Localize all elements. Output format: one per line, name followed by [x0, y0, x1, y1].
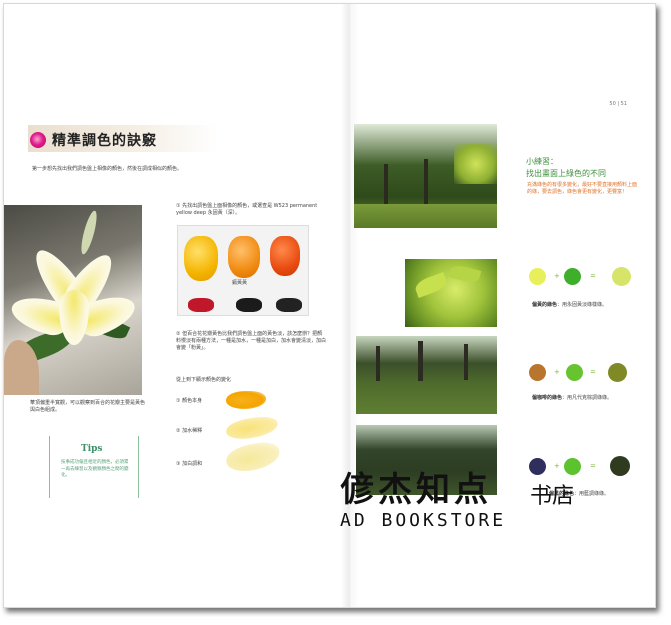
mix3-dark-circle — [529, 458, 546, 475]
mix2-green-circle — [566, 364, 583, 381]
watermark-english: AD BOOKSTORE — [340, 510, 507, 531]
mix1-result-circle — [612, 267, 631, 286]
swatch-label-white: ③ 加白調和 — [176, 461, 203, 467]
page-title: 精準調色的訣竅 — [52, 133, 157, 149]
color-change-title: 從上到下顯示顏色的變化 — [176, 377, 232, 383]
swatch-label-water: ② 加水稀釋 — [176, 428, 203, 434]
lily-caption: 華頂偏重半寬觀，可以觀察到百合的花瓣主要是黃色與白色組成。 — [30, 400, 146, 413]
practice-subtitle: 找出畫面上綠色的不同 — [526, 169, 606, 178]
mix3-equals: = — [590, 462, 596, 470]
flower-bullet-icon — [30, 132, 46, 148]
mix3-green-circle — [564, 458, 581, 475]
swatch-label-original: ① 顏色本身 — [176, 398, 203, 404]
swatch-original — [226, 391, 266, 409]
mix2-caption: 偏咖啡的綠色：用凡代克棕調綠綠。 — [532, 395, 613, 401]
forest-photo-1 — [354, 124, 497, 228]
practice-body: 充滿綠色的有很多變化，最好不要直接用顏料上面的綠，要去調色，綠色會更有變化，更豐… — [527, 182, 638, 195]
mix1-equals: = — [590, 272, 596, 280]
mix2-result-circle — [608, 363, 627, 382]
tips-title: Tips — [81, 444, 103, 454]
swatch-water — [224, 414, 280, 442]
forest-photo-2 — [356, 336, 497, 414]
intro-text: 第一步想先找出我們調色盤上相像的顏色，然後在調成相似的顏色。 — [32, 166, 183, 172]
mix2-brown-circle — [529, 364, 546, 381]
mix3-plus: + — [554, 462, 560, 470]
practice-title: 小練習： — [526, 157, 558, 166]
mix1-yellow-circle — [529, 268, 546, 285]
mix1-caption: 偏黃的綠色：用永固黃淡綠樣綠。 — [532, 302, 608, 308]
watermark-chinese: 偐杰知点 — [340, 470, 492, 510]
step-2-text: ② 但百合花花瓣黃色比我們調色盤上面的黃色淡，該怎麼辦？把顏料慢淡有兩種方法，一… — [176, 331, 327, 351]
paint-palette: 鎘黃黃 — [177, 225, 309, 316]
palette-label: 鎘黃黃 — [232, 280, 248, 286]
tips-text: 技事成功偏且相近的顏色，必須累一再去練習以及觀察顏色之間的變化。 — [61, 460, 129, 478]
mix1-plus: + — [554, 272, 560, 280]
book-spread: 50 | 51 精準調色的訣竅 第一步想先找出我們調色盤上相像的顏色，然後在調成… — [3, 3, 656, 608]
watermark-chinese-script: 书店 — [530, 484, 575, 509]
step-1-text: ① 先找出調色盤上面相像的顏色，或選查是 W523 permanent yell… — [176, 203, 318, 216]
mix1-green-circle — [564, 268, 581, 285]
mix3-result-circle — [610, 456, 630, 476]
page-numbers: 50 | 51 — [609, 101, 627, 107]
mix2-plus: + — [554, 368, 560, 376]
leaf-photo — [405, 259, 497, 327]
mix2-equals: = — [590, 368, 596, 376]
swatch-white — [224, 439, 282, 475]
lily-photo — [4, 205, 142, 395]
